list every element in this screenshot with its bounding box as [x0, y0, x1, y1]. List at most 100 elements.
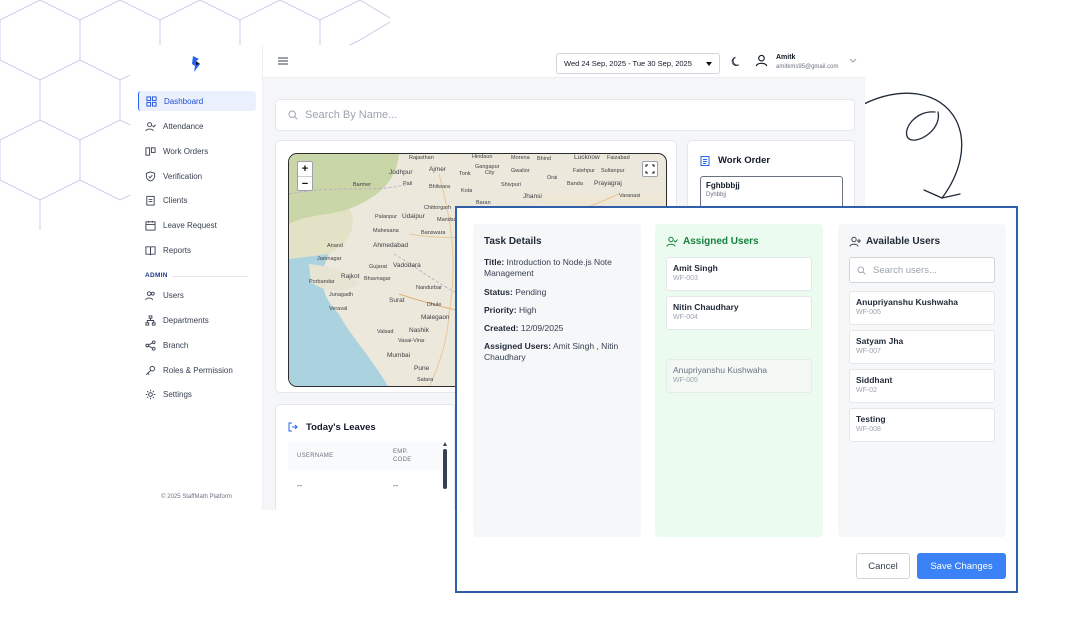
admin-divider [172, 276, 248, 277]
sign-out-icon [288, 422, 298, 432]
map-label-udaipur: Udaipur [402, 213, 425, 220]
map-label-surat: Surat [389, 297, 405, 304]
assigned-user-card[interactable]: Amit Singh WF-003 [666, 257, 812, 291]
clipboard-list-icon [700, 156, 710, 166]
search-icon [288, 110, 298, 120]
task-created-label: Created: [484, 323, 519, 333]
map-label-bhilwara: Bhilwara [429, 184, 451, 190]
fullscreen-button[interactable] [642, 161, 658, 177]
map-label-gujarat: Gujarat [369, 264, 388, 270]
scroll-up-arrow[interactable] [443, 442, 447, 446]
map-label-kota: Kota [461, 188, 473, 194]
task-priority-label: Priority: [484, 305, 517, 315]
cancel-button[interactable]: Cancel [856, 553, 910, 579]
sidebar-item-departments[interactable]: Departments [138, 310, 256, 330]
user-card-code: WF-008 [856, 426, 881, 433]
save-changes-button[interactable]: Save Changes [917, 553, 1006, 579]
sidebar-item-dashboard[interactable]: Dashboard [138, 91, 256, 111]
sidebar-item-label: Reports [163, 245, 192, 255]
map-label-morena: Morena [511, 155, 530, 161]
map-label-orai: Orai [547, 175, 558, 181]
sidebar-item-work-orders[interactable]: Work Orders [138, 141, 256, 161]
map-label-palanpur: Palanpur [375, 214, 398, 220]
sidebar-item-label: Verification [163, 171, 203, 181]
gear-icon [145, 389, 156, 399]
user-card-name: Testing [856, 414, 886, 424]
date-range-value: Wed 24 Sep, 2025 - Tue 30 Sep, 2025 [564, 59, 692, 68]
calendar-icon [145, 220, 156, 231]
date-range-picker[interactable]: Wed 24 Sep, 2025 - Tue 30 Sep, 2025 [556, 53, 720, 74]
sidebar-item-verification[interactable]: Verification [138, 166, 256, 186]
theme-toggle-icon[interactable] [731, 56, 742, 67]
map-label-ajmer: Ajmer [429, 166, 446, 173]
map-label-fatehpur: Fatehpur [573, 168, 596, 174]
work-order-item-title: Fghbbbjj [706, 181, 740, 190]
curved-arrow-decoration [863, 92, 963, 199]
zoom-out-button[interactable]: − [298, 177, 312, 191]
sidebar-item-roles-permission[interactable]: Roles & Permission [138, 360, 256, 380]
user-card-code: WF-004 [673, 314, 698, 321]
task-priority-line: Priority: High [484, 305, 634, 316]
available-users-title: Available Users [866, 236, 941, 247]
edit-assignment-modal: Task Details Title: Introduction to Node… [455, 206, 1018, 593]
assigned-user-card[interactable]: Nitin Chaudhary WF-004 [666, 296, 812, 330]
chevron-down-icon[interactable] [849, 58, 857, 64]
map-label-pune: Pune [414, 365, 430, 372]
sidebar-item-settings[interactable]: Settings [138, 384, 256, 404]
users-icon [145, 290, 155, 300]
zoom-in-button[interactable]: + [298, 162, 312, 177]
map-label-banswara: Banswara [421, 230, 446, 236]
available-user-card[interactable]: Testing WF-008 [849, 408, 995, 442]
sidebar-item-attendance[interactable]: Attendance [138, 116, 256, 136]
task-created-value: 12/09/2025 [520, 323, 564, 333]
map-label-vasai-virar: Vasai-Virar [398, 338, 425, 344]
sidebar-item-clients[interactable]: Clients [138, 190, 256, 210]
map-label-bhind: Bhind [537, 156, 552, 162]
search-icon [857, 265, 866, 275]
user-add-icon [849, 236, 861, 247]
sidebar-item-reports[interactable]: Reports [138, 240, 256, 260]
sitemap-icon [145, 314, 156, 326]
map-label-lucknow: Lucknow [574, 154, 600, 161]
sidebar-item-leave-request[interactable]: Leave Request [138, 215, 256, 235]
user-name[interactable]: Amitk [776, 54, 795, 61]
available-user-card[interactable]: Siddhant WF-02 [849, 369, 995, 403]
user-card-name: Anupriyanshu Kushwaha [673, 365, 768, 375]
task-priority-value: High [518, 305, 537, 315]
assigned-users-heading: Assigned Users [666, 236, 759, 247]
hamburger-menu-icon[interactable] [277, 55, 289, 67]
task-title-value: Introduction to Node.js Note Management [484, 257, 612, 278]
search-by-name-input[interactable]: Search By Name... [275, 99, 855, 131]
sidebar-item-users[interactable]: Users [138, 285, 256, 305]
map-label-faizabad: Faizabad [607, 155, 630, 161]
map-label-anand: Anand [327, 243, 343, 249]
book-icon [145, 245, 156, 255]
user-card-code: WF-005 [856, 309, 881, 316]
map-label-ahmedabad: Ahmedabad [373, 242, 409, 249]
map-label-shivpuri: Shivpuri [501, 182, 521, 188]
user-card-name: Anupriyanshu Kushwaha [856, 297, 959, 307]
user-email: amitkms95@gmail.com [776, 64, 839, 70]
caret-down-icon [706, 62, 712, 66]
task-status-value: Pending [515, 287, 547, 297]
sidebar-item-label: Users [163, 290, 184, 300]
user-avatar-icon[interactable] [755, 54, 768, 67]
map-label-dhule: Dhule [427, 302, 442, 308]
scrollbar-thumb[interactable] [443, 449, 447, 489]
user-card-name: Nitin Chaudhary [673, 302, 739, 312]
column-header-emp-code-line2: CODE [393, 457, 412, 463]
user-card-code: WF-007 [856, 348, 881, 355]
sidebar-item-branch[interactable]: Branch [138, 335, 256, 355]
available-user-card[interactable]: Anupriyanshu Kushwaha WF-005 [849, 291, 995, 325]
map-label-vadodara: Vadodara [393, 262, 421, 269]
search-placeholder: Search By Name... [305, 109, 398, 121]
clipboard-icon [146, 195, 155, 206]
map-label-mahesana: Mahesana [373, 228, 399, 234]
work-order-item-subtitle: Dyhbbjj [706, 192, 727, 198]
dragging-user-card[interactable]: Anupriyanshu Kushwaha WF-005 [666, 359, 812, 393]
available-user-card[interactable]: Satyam Jha WF-007 [849, 330, 995, 364]
search-users-input[interactable]: Search users... [849, 257, 995, 283]
sidebar-item-label: Departments [163, 315, 209, 325]
map-label-nashik: Nashik [409, 327, 429, 334]
work-order-item[interactable]: Fghbbbjj Dyhbbjj [700, 176, 843, 210]
